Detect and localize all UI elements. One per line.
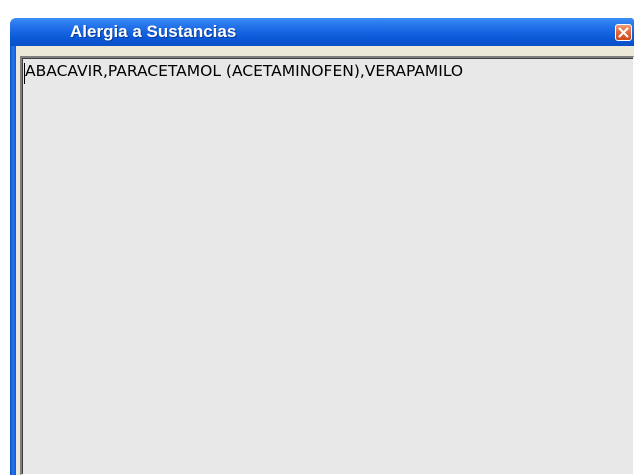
- close-icon: [618, 27, 629, 38]
- allergy-text-area[interactable]: ABACAVIR,PARACETAMOL (ACETAMINOFEN),VERA…: [20, 56, 634, 475]
- close-button[interactable]: [615, 24, 632, 41]
- title-bar[interactable]: Alergia a Sustancias: [10, 18, 634, 46]
- allergy-text-value[interactable]: ABACAVIR,PARACETAMOL (ACETAMINOFEN),VERA…: [25, 61, 631, 81]
- window-title: Alergia a Sustancias: [70, 22, 237, 41]
- allergy-window: Alergia a Sustancias ABACAVIR,PARACETAMO…: [0, 0, 634, 475]
- window-client-area: ABACAVIR,PARACETAMOL (ACETAMINOFEN),VERA…: [16, 46, 634, 475]
